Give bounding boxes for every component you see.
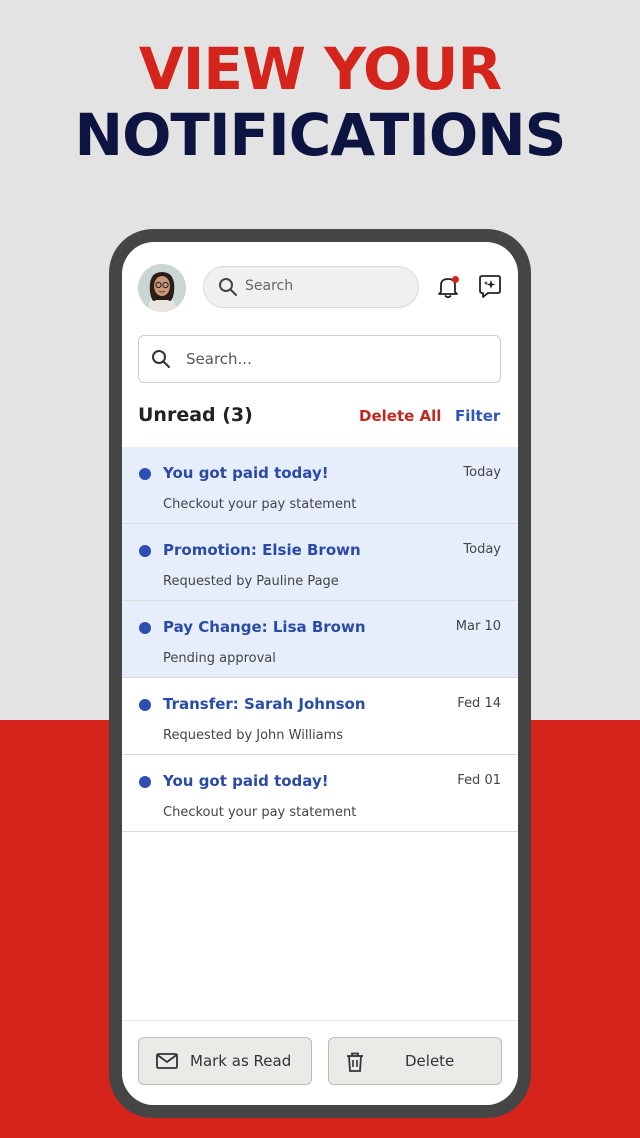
notification-subtitle: Checkout your pay statement — [163, 497, 357, 512]
unread-dot — [139, 468, 151, 480]
phone-screen: Search Search... Unread (3) Delete All F… — [122, 242, 518, 1105]
ai-chat-icon[interactable] — [477, 274, 503, 300]
notification-subtitle: Checkout your pay statement — [163, 805, 357, 820]
notification-item[interactable]: Promotion: Elsie Brown Today Requested b… — [122, 524, 518, 601]
search-placeholder: Search... — [186, 350, 252, 368]
filter-link[interactable]: Filter — [455, 407, 500, 425]
phone-frame: Search Search... Unread (3) Delete All F… — [109, 229, 531, 1118]
mark-as-read-label: Mark as Read — [190, 1052, 292, 1070]
notification-date: Fed 01 — [457, 773, 501, 788]
notification-title: Transfer: Sarah Johnson — [163, 695, 366, 713]
mark-as-read-button[interactable]: Mark as Read — [138, 1037, 312, 1085]
delete-all-link[interactable]: Delete All — [359, 407, 441, 425]
avatar-image — [138, 264, 186, 312]
unread-dot — [139, 776, 151, 788]
envelope-icon — [156, 1053, 178, 1069]
notification-item[interactable]: You got paid today! Today Checkout your … — [122, 447, 518, 524]
notification-list: You got paid today! Today Checkout your … — [122, 447, 518, 832]
notification-date: Fed 14 — [457, 696, 501, 711]
notification-title: Promotion: Elsie Brown — [163, 541, 361, 559]
delete-label: Delete — [405, 1052, 455, 1070]
notification-item[interactable]: Pay Change: Lisa Brown Mar 10 Pending ap… — [122, 601, 518, 678]
notification-subtitle: Requested by John Williams — [163, 728, 344, 743]
notification-date: Mar 10 — [455, 619, 501, 634]
top-search-placeholder: Search — [245, 278, 294, 294]
notification-item[interactable]: Transfer: Sarah Johnson Fed 14 Requested… — [122, 678, 518, 755]
trash-icon — [347, 1052, 363, 1072]
notification-title: Pay Change: Lisa Brown — [163, 618, 366, 636]
notification-subtitle: Requested by Pauline Page — [163, 574, 339, 589]
notification-search-input[interactable]: Search... — [138, 335, 501, 383]
section-title: Unread (3) — [138, 404, 253, 426]
notification-item[interactable]: You got paid today! Fed 01 Checkout your… — [122, 755, 518, 832]
headline-line2: NOTIFICATIONS — [74, 101, 567, 169]
delete-button[interactable]: Delete — [328, 1037, 502, 1085]
notification-subtitle: Pending approval — [163, 651, 276, 666]
unread-dot — [139, 622, 151, 634]
bottom-action-bar: Mark as Read Delete — [122, 1020, 518, 1105]
notification-title: You got paid today! — [163, 464, 329, 482]
top-search-bar[interactable]: Search — [203, 266, 419, 308]
avatar[interactable] — [138, 264, 186, 312]
notification-date: Today — [463, 465, 501, 480]
notification-badge-dot — [452, 276, 459, 283]
search-icon — [152, 350, 170, 368]
unread-dot — [139, 699, 151, 711]
notification-date: Today — [463, 542, 501, 557]
search-icon — [219, 278, 237, 296]
headline-line1: VIEW YOUR — [138, 35, 502, 103]
unread-dot — [139, 545, 151, 557]
notification-title: You got paid today! — [163, 772, 329, 790]
page-headline: VIEW YOUR NOTIFICATIONS — [0, 36, 640, 168]
